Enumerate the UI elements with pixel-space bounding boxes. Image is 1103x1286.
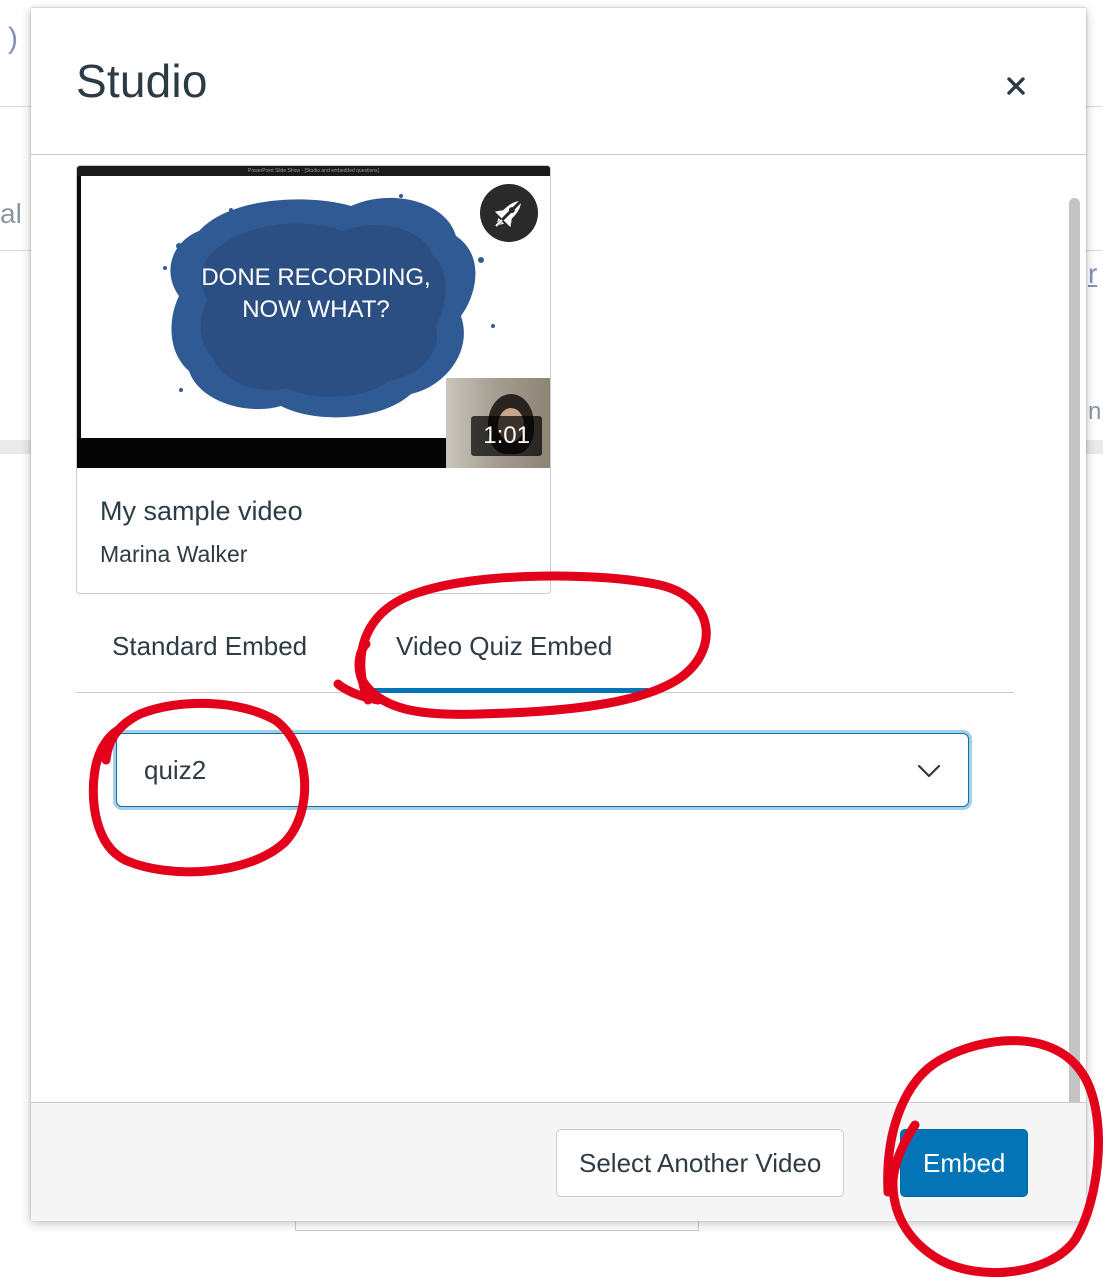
tab-standard-embed-label: Standard Embed [112, 631, 308, 661]
embed-button[interactable]: Embed [900, 1129, 1029, 1197]
video-author: Marina Walker [100, 541, 248, 567]
tab-video-quiz-embed[interactable]: Video Quiz Embed [360, 600, 649, 693]
background-link-fragment[interactable]: ) [8, 22, 18, 56]
quiz-select[interactable]: quiz2 [116, 733, 969, 807]
background-text-fragment-right: n [1088, 398, 1102, 425]
select-another-video-button[interactable]: Select Another Video [556, 1129, 845, 1197]
slide-text-line1: DONE RECORDING, [201, 264, 431, 291]
active-tab-indicator [360, 688, 649, 693]
modal-scrollbar[interactable] [1069, 198, 1080, 1113]
modal-footer: Select Another Video Embed [31, 1102, 1086, 1221]
chevron-down-icon [917, 764, 941, 778]
close-icon [1007, 77, 1025, 95]
studio-modal: Studio PowerPoint Slide Show - [Studio a… [31, 8, 1086, 1221]
slide-text: DONE RECORDING, NOW WHAT? [141, 262, 491, 326]
background-text-fragment: al [0, 198, 22, 229]
rocket-icon [480, 184, 538, 242]
modal-title: Studio [76, 55, 208, 107]
tab-video-quiz-embed-label: Video Quiz Embed [396, 631, 613, 661]
modal-body: PowerPoint Slide Show - [Studio and embe… [31, 155, 1086, 1102]
video-title: My sample video [100, 496, 303, 526]
close-button[interactable] [996, 66, 1036, 106]
modal-header: Studio [31, 8, 1086, 155]
background-link-fragment-right[interactable]: r [1088, 258, 1097, 290]
slide-header-bar: PowerPoint Slide Show - [Studio and embe… [77, 166, 550, 176]
page: ) al r n Studio PowerPoint Slide Show - … [0, 0, 1103, 1286]
tab-standard-embed[interactable]: Standard Embed [76, 600, 343, 692]
slide-text-line2: NOW WHAT? [242, 296, 390, 323]
quiz-select-value: quiz2 [144, 755, 207, 785]
embed-tabs: Standard Embed Video Quiz Embed [76, 600, 1014, 693]
video-thumbnail[interactable]: PowerPoint Slide Show - [Studio and embe… [77, 166, 550, 468]
video-duration-badge: 1:01 [471, 416, 542, 456]
background-panel [295, 1220, 699, 1231]
video-card[interactable]: PowerPoint Slide Show - [Studio and embe… [76, 165, 551, 594]
